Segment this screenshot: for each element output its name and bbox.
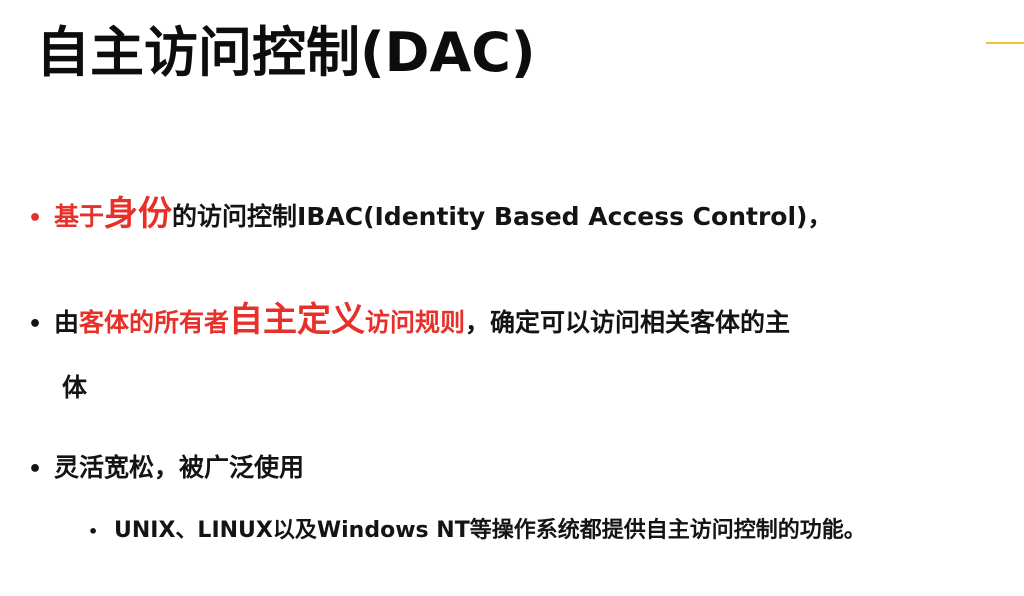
bullet-2-seg-2: 客体的所有者 xyxy=(79,308,230,337)
sub-bullet-1: • UNIX、LINUX以及Windows NT等操作系统都提供自主访问控制的功能… xyxy=(88,512,866,544)
bullet-2-continuation: 体 xyxy=(62,373,88,402)
bullet-dot: • xyxy=(28,312,43,337)
sub-bullet-1-text: UNIX、LINUX以及Windows NT等操作系统都提供自主访问控制的功能。 xyxy=(114,518,866,543)
bullet-1: • 基于身份的访问控制IBAC(Identity Based Access Con… xyxy=(28,186,832,235)
bullet-1-seg-1: 基于 xyxy=(54,202,105,231)
bullet-dot: • xyxy=(28,457,43,482)
sub-bullet-dot: • xyxy=(88,522,99,541)
slide-title: 自主访问控制(DAC) xyxy=(36,21,536,84)
bullet-3: • 灵活宽松，被广泛使用 xyxy=(28,448,304,484)
accent-line xyxy=(986,42,1024,44)
bullet-dot: • xyxy=(28,206,43,231)
bullet-2-seg-5: ，确定可以访问相关客体的主 xyxy=(465,308,791,337)
bullet-2-seg-3: 自主定义 xyxy=(229,300,366,340)
bullet-2-seg-1: 由 xyxy=(54,308,80,337)
bullet-2-seg-4: 访问规则 xyxy=(365,308,466,337)
bullet-1-seg-2: 身份 xyxy=(104,194,173,234)
slide: 自主访问控制(DAC) • 基于身份的访问控制IBAC(Identity Base… xyxy=(0,0,1024,596)
bullet-2: • 由客体的所有者自主定义访问规则，确定可以访问相关客体的主 xyxy=(28,292,790,341)
bullet-1-seg-3: 的访问控制IBAC(Identity Based Access Control)… xyxy=(172,202,833,231)
bullet-3-seg-1: 灵活宽松，被广泛使用 xyxy=(54,453,305,482)
